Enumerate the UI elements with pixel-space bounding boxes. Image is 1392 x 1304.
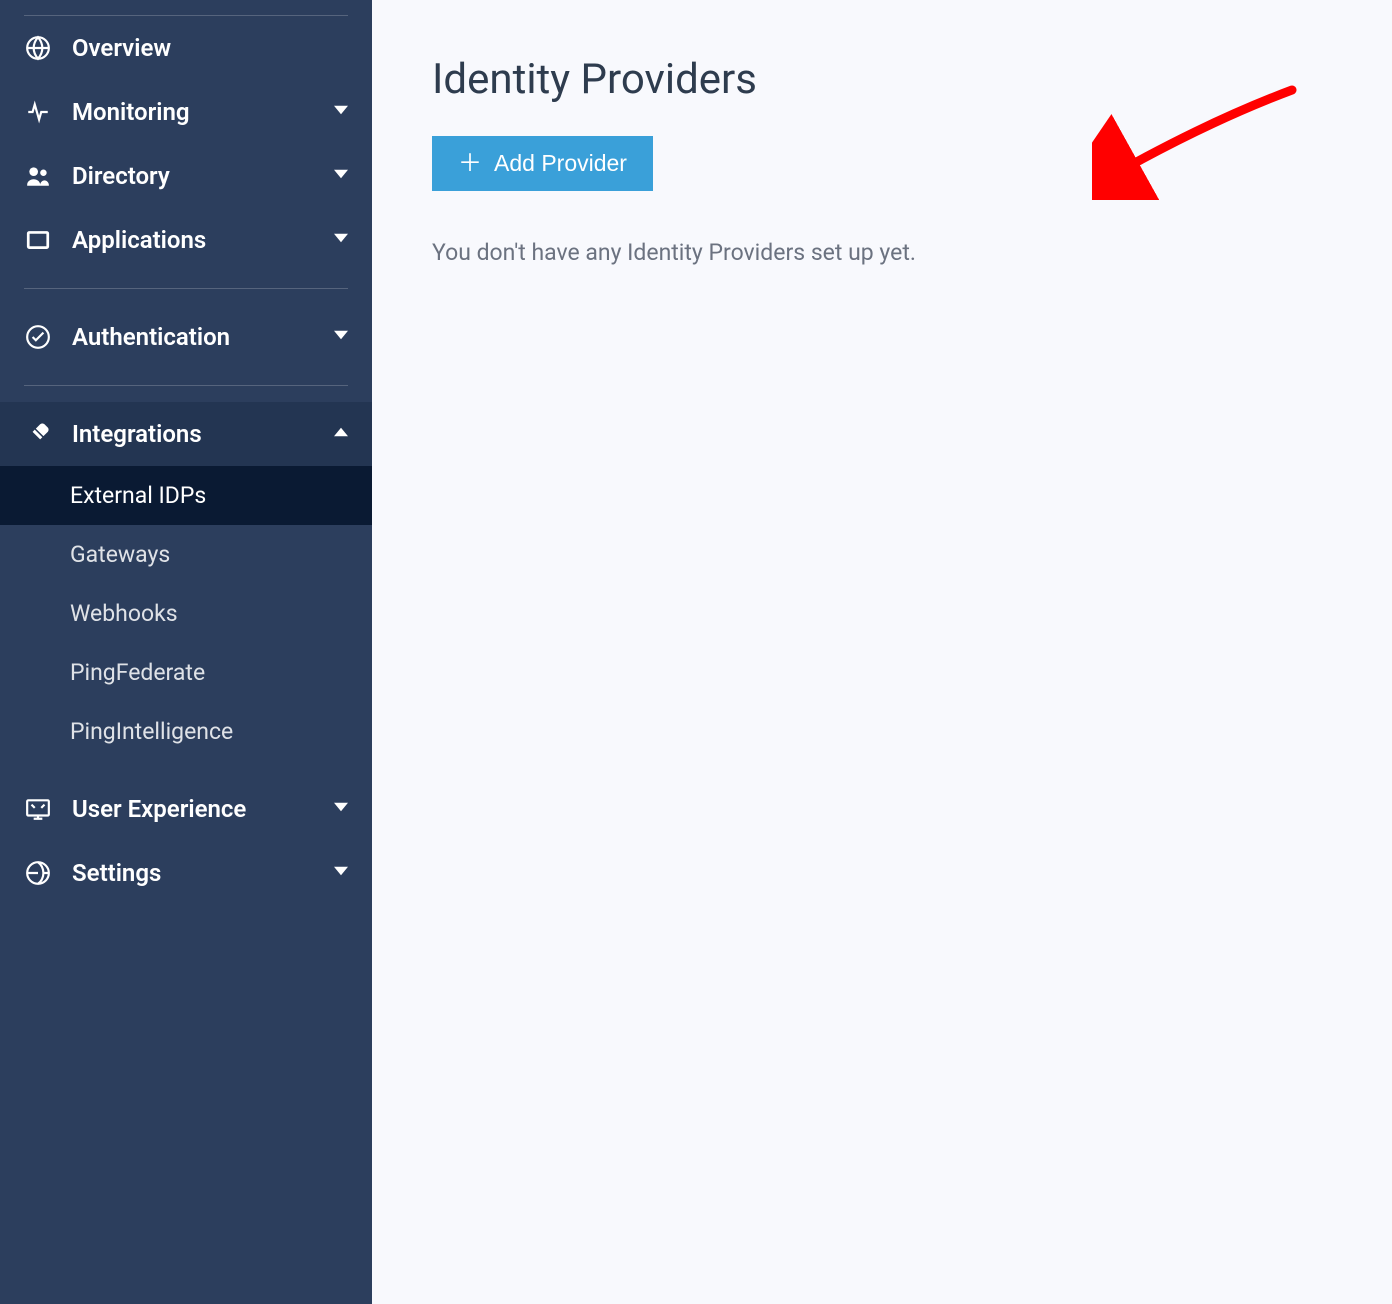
chevron-down-icon [334,866,348,880]
globe-settings-icon [24,859,52,887]
sidebar-subitem-pingfederate[interactable]: PingFederate [0,643,372,702]
sidebar-subitem-label: External IDPs [70,482,206,509]
sidebar-item-monitoring[interactable]: Monitoring [0,80,372,144]
plus-icon: ＋ [458,152,482,176]
chevron-down-icon [334,169,348,183]
sidebar-subitem-label: Webhooks [70,600,178,627]
sidebar-subitem-gateways[interactable]: Gateways [0,525,372,584]
sidebar-item-label: Applications [72,226,334,254]
sidebar-subitem-label: PingFederate [70,659,205,686]
sidebar: Overview Monitoring Directory Applicatio… [0,0,372,1304]
add-provider-button[interactable]: ＋ Add Provider [432,136,653,191]
people-icon [24,162,52,190]
sidebar-item-label: User Experience [72,795,334,823]
sidebar-subitem-webhooks[interactable]: Webhooks [0,584,372,643]
add-provider-button-label: Add Provider [494,150,627,177]
chevron-down-icon [334,105,348,119]
sidebar-item-label: Directory [72,162,334,190]
chevron-down-icon [334,802,348,816]
sidebar-item-authentication[interactable]: Authentication [0,305,372,369]
sidebar-item-label: Settings [72,859,334,887]
empty-state-message: You don't have any Identity Providers se… [432,239,1332,266]
sidebar-subitem-external-idps[interactable]: External IDPs [0,466,372,525]
sidebar-item-applications[interactable]: Applications [0,208,372,272]
spacer [0,386,372,402]
monitor-icon [24,795,52,823]
sidebar-item-overview[interactable]: Overview [0,16,372,80]
spacer [0,272,372,288]
spacer [0,761,372,777]
window-icon [24,226,52,254]
sidebar-subitem-pingintelligence[interactable]: PingIntelligence [0,702,372,761]
page-title: Identity Providers [432,55,1332,104]
plug-icon [24,420,52,448]
activity-icon [24,98,52,126]
chevron-down-icon [334,330,348,344]
sidebar-item-integrations[interactable]: Integrations [0,402,372,466]
sidebar-subitem-label: PingIntelligence [70,718,233,745]
sidebar-item-label: Monitoring [72,98,334,126]
sidebar-item-label: Overview [72,34,348,62]
sidebar-item-directory[interactable]: Directory [0,144,372,208]
chevron-up-icon [334,427,348,441]
main-content: Identity Providers ＋ Add Provider You do… [372,0,1392,1304]
sidebar-subitem-label: Gateways [70,541,170,568]
sidebar-item-label: Authentication [72,323,334,351]
sidebar-item-label: Integrations [72,420,334,448]
spacer [0,369,372,385]
chevron-down-icon [334,233,348,247]
sidebar-item-settings[interactable]: Settings [0,841,372,905]
sidebar-item-user-experience[interactable]: User Experience [0,777,372,841]
check-circle-icon [24,323,52,351]
globe-icon [24,34,52,62]
spacer [0,289,372,305]
